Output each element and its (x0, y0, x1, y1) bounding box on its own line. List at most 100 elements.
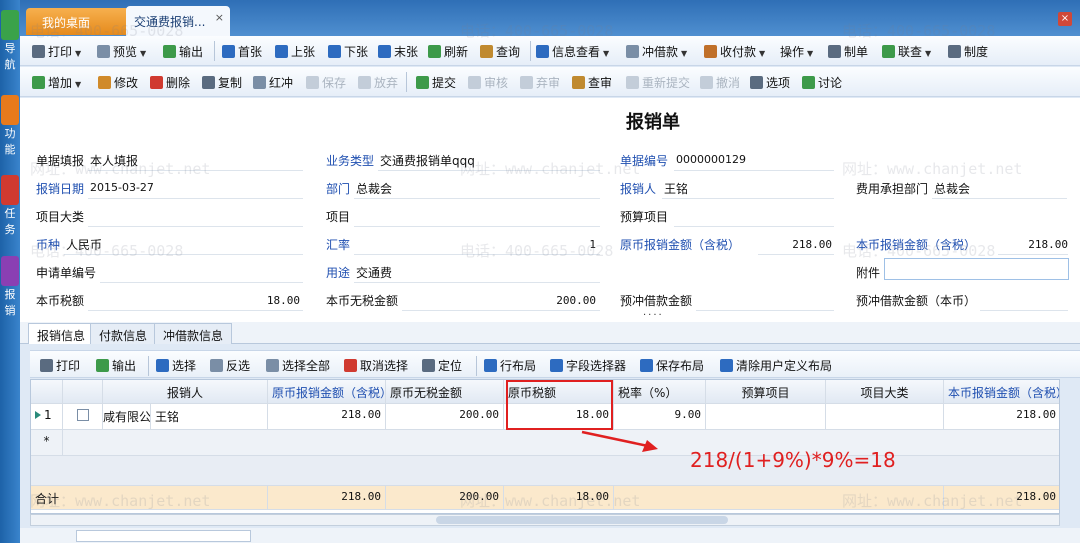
row-layout-button[interactable]: 行布局 (484, 357, 536, 375)
biz-type-field[interactable]: 交通费报销单qqq (380, 152, 475, 169)
claimant-field[interactable]: 王铭 (664, 180, 688, 197)
budget-item-cell[interactable] (706, 404, 826, 430)
fill-type-field[interactable]: 本人填报 (90, 152, 138, 169)
edit-button[interactable]: 修改 (98, 74, 138, 92)
next-button[interactable]: 下张 (328, 43, 368, 61)
refresh-button[interactable]: 刷新 (428, 43, 468, 61)
date-field[interactable]: 2015-03-27 (90, 181, 154, 194)
voucher-button[interactable]: 制单 (828, 43, 868, 61)
delete-button[interactable]: 删除 (150, 74, 190, 92)
discard-button[interactable]: 放弃 (358, 74, 398, 92)
info-view-button[interactable]: 信息查看 ▼ (536, 43, 609, 61)
expand-handle[interactable]: ···· (643, 310, 664, 321)
grid-header-orig-amount[interactable]: 原币报销金额（含税） (268, 380, 386, 404)
currency-field[interactable]: 人民币 (66, 236, 102, 253)
orig-notax-cell[interactable]: 200.00 (386, 404, 504, 430)
orig-amount-cell[interactable]: 218.00 (268, 404, 386, 430)
offset-loan-button[interactable]: 冲借款 ▼ (626, 43, 687, 61)
close-all-icon[interactable]: × (1058, 12, 1072, 26)
discuss-button[interactable]: 讨论 (802, 74, 842, 92)
rate-field[interactable]: 1 (356, 238, 596, 251)
project-class-cell[interactable] (826, 404, 944, 430)
local-amount-field[interactable]: 218.00 (1000, 238, 1068, 251)
scrollbar-thumb[interactable] (436, 516, 728, 524)
save-button[interactable]: 保存 (306, 74, 346, 92)
doc-no-field[interactable]: 0000000129 (676, 153, 746, 166)
policy-button[interactable]: 制度 (948, 43, 988, 61)
local-notax-field[interactable]: 200.00 (404, 294, 596, 307)
grid-header-project-class[interactable]: 项目大类 (826, 380, 944, 404)
field-chooser-button[interactable]: 字段选择器 (550, 357, 626, 375)
tab-loan-info[interactable]: 冲借款信息 (154, 323, 233, 344)
row-number[interactable]: 1 (31, 404, 63, 430)
apply-no-label: 申请单编号 (36, 266, 97, 280)
main-toolbar: 打印 ▼ 预览 ▼ 输出 首张 上张 下张 末张 刷新 查询 信息查看 ▼ 冲借款 ▼ … (20, 36, 1080, 66)
select-button[interactable]: 选择 (156, 357, 196, 375)
grid-export-button[interactable]: 输出 (96, 357, 136, 375)
invert-select-button[interactable]: 反选 (210, 357, 250, 375)
sidebar-item-expense[interactable]: 报销 (0, 256, 20, 318)
preview-button[interactable]: 预览 ▼ (97, 43, 146, 61)
red-reverse-icon (253, 76, 266, 89)
claimant-cell[interactable]: 王铭 (151, 404, 268, 430)
submit-button[interactable]: 提交 (416, 74, 456, 92)
cost-dept-field[interactable]: 总裁会 (934, 180, 970, 197)
options-button[interactable]: 选项 (750, 74, 790, 92)
grid-header-orig-notax[interactable]: 原币无税金额 (386, 380, 504, 404)
tab-expense-form[interactable]: 交通费报销... × (126, 6, 230, 36)
orig-amount-field[interactable]: 218.00 (760, 238, 832, 251)
print-button[interactable]: 打印 ▼ (32, 43, 81, 61)
tab-home[interactable]: 我的桌面 (26, 8, 134, 35)
clear-layout-button[interactable]: 清除用户定义布局 (720, 357, 832, 375)
link-query-button[interactable]: 联查 ▼ (882, 43, 931, 61)
company-cell[interactable]: 咸有限公司 (103, 404, 151, 430)
local-amount-cell[interactable]: 218.00 (944, 404, 1059, 430)
deselect-button[interactable]: 取消选择 (344, 357, 408, 375)
grid-header-budget-item[interactable]: 预算项目 (706, 380, 826, 404)
grid-header-local-amount[interactable]: 本币报销金额（含税） (944, 380, 1059, 404)
add-button[interactable]: 增加 ▼ (32, 74, 81, 92)
row-pointer-icon (35, 411, 41, 419)
grid-horizontal-scrollbar[interactable] (30, 514, 1060, 526)
payment-button[interactable]: 收付款 ▼ (704, 43, 765, 61)
copy-button[interactable]: 复制 (202, 74, 242, 92)
select-icon (156, 359, 169, 372)
unapprove-button[interactable]: 弃审 (520, 74, 560, 92)
close-tab-icon[interactable]: × (215, 11, 224, 24)
sidebar-item-nav[interactable]: 导航 (0, 10, 20, 72)
local-tax-field[interactable]: 18.00 (90, 294, 300, 307)
bottom-field[interactable] (76, 530, 251, 542)
withdraw-button[interactable]: 撤消 (700, 74, 740, 92)
new-row-marker[interactable]: * (31, 430, 63, 456)
resubmit-button[interactable]: 重新提交 (626, 74, 690, 92)
locate-button[interactable]: 定位 (422, 357, 462, 375)
first-button[interactable]: 首张 (222, 43, 262, 61)
grid-header-claimant[interactable]: 报销人 (103, 380, 268, 404)
query-button[interactable]: 查询 (480, 43, 520, 61)
new-row[interactable] (63, 430, 1059, 456)
save-layout-button[interactable]: 保存布局 (640, 357, 704, 375)
red-reverse-button[interactable]: 红冲 (253, 74, 293, 92)
grid-print-button[interactable]: 打印 (40, 357, 80, 375)
attach-field[interactable] (884, 258, 1069, 280)
operation-button[interactable]: 操作 ▼ (780, 43, 813, 61)
local-notax-label: 本币无税金额 (326, 294, 399, 308)
dept-field[interactable]: 总裁会 (356, 180, 392, 197)
purpose-field[interactable]: 交通费 (356, 264, 392, 281)
tax-rate-cell[interactable]: 9.00 (614, 404, 706, 430)
check-approval-button[interactable]: 查审 (572, 74, 612, 92)
tab-expense-info[interactable]: 报销信息 (28, 323, 95, 344)
first-icon (222, 45, 235, 58)
annotation-arrow-icon (581, 430, 658, 452)
row-checkbox[interactable] (63, 404, 103, 430)
grid-header-tax-rate[interactable]: 税率（%） (614, 380, 706, 404)
sidebar-item-func[interactable]: 功能 (0, 95, 20, 157)
export-button[interactable]: 输出 (163, 43, 203, 61)
tab-payment-info[interactable]: 付款信息 (90, 323, 157, 344)
approve-button[interactable]: 审核 (468, 74, 508, 92)
last-button[interactable]: 末张 (378, 43, 418, 61)
sidebar-item-task[interactable]: 任务 (0, 175, 20, 237)
prev-button[interactable]: 上张 (275, 43, 315, 61)
binoculars-icon (422, 359, 435, 372)
select-all-button[interactable]: 选择全部 (266, 357, 330, 375)
